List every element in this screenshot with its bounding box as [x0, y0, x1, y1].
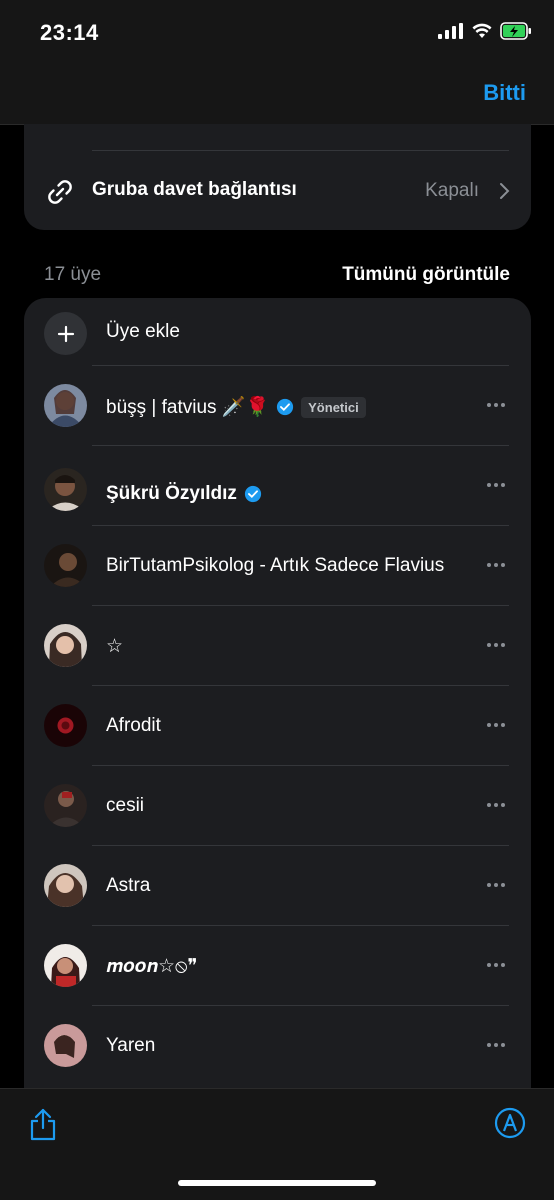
- plus-icon: [57, 325, 74, 342]
- member-name-group: büşş | fatvius 🗡️🌹 Yönetici: [106, 395, 366, 419]
- done-button[interactable]: Bitti: [483, 80, 526, 106]
- member-row[interactable]: BirTutamPsikolog - Artık Sadece Flavius: [24, 526, 531, 606]
- member-row[interactable]: Afrodit: [24, 686, 531, 766]
- member-name: büşş | fatvius 🗡️🌹: [106, 397, 270, 418]
- member-name: Afrodit: [106, 715, 161, 736]
- share-icon[interactable]: [28, 1107, 58, 1141]
- more-options-icon[interactable]: [487, 394, 509, 407]
- invite-link-status: Kapalı: [425, 180, 479, 201]
- more-options-icon[interactable]: [487, 874, 509, 887]
- avatar[interactable]: [44, 468, 87, 511]
- member-name: ☆: [106, 636, 124, 657]
- member-name-group: Şükrü Özyıldız: [106, 483, 262, 505]
- member-name: Yaren: [106, 1035, 156, 1056]
- member-name-group: cesii: [106, 795, 144, 817]
- admin-badge: Yönetici: [301, 396, 366, 418]
- more-options-icon[interactable]: [487, 954, 509, 967]
- member-row[interactable]: Astra: [24, 846, 531, 926]
- avatar[interactable]: [44, 704, 87, 747]
- wifi-icon: [472, 23, 492, 38]
- add-member-button[interactable]: [44, 312, 87, 355]
- more-options-icon[interactable]: [487, 554, 509, 567]
- divider: [92, 150, 509, 151]
- avatar[interactable]: [44, 544, 87, 587]
- compose-icon[interactable]: [494, 1107, 526, 1139]
- avatar[interactable]: [44, 784, 87, 827]
- member-name: 𝒎𝒐𝒐𝒏☆⦸❞: [106, 956, 198, 977]
- member-row[interactable]: Yaren: [24, 1006, 531, 1086]
- member-name-group: BirTutamPsikolog - Artık Sadece Flavius: [106, 555, 444, 577]
- battery-icon: [500, 22, 531, 40]
- more-options-icon[interactable]: [487, 634, 509, 647]
- view-all-button[interactable]: Tümünü görüntüle: [342, 264, 510, 286]
- member-name: Şükrü Özyıldız: [106, 483, 237, 504]
- member-row[interactable]: cesii: [24, 766, 531, 846]
- member-name-group: ☆: [106, 635, 123, 658]
- avatar[interactable]: [44, 384, 87, 427]
- member-name-group: Astra: [106, 875, 150, 897]
- chevron-right-icon: [500, 183, 510, 199]
- avatar[interactable]: [44, 1024, 87, 1067]
- status-bar: 23:14: [0, 0, 554, 66]
- member-name-group: Yaren: [106, 1035, 155, 1057]
- avatar[interactable]: [44, 624, 87, 667]
- member-row[interactable]: büşş | fatvius 🗡️🌹 Yönetici: [24, 366, 531, 446]
- home-indicator[interactable]: [178, 1180, 376, 1186]
- member-name-group: 𝒎𝒐𝒐𝒏☆⦸❞: [106, 955, 198, 978]
- avatar[interactable]: [44, 864, 87, 907]
- invite-card: Gruba davet bağlantısı Kapalı: [24, 124, 531, 230]
- add-member-label: Üye ekle: [106, 321, 180, 342]
- member-name: cesii: [106, 795, 145, 816]
- member-name: BirTutamPsikolog - Artık Sadece Flavius: [106, 555, 445, 576]
- members-card: Üye ekle büşş | fatvius 🗡️🌹 Yönetici Şük…: [24, 298, 531, 1128]
- member-row[interactable]: 𝒎𝒐𝒐𝒏☆⦸❞: [24, 926, 531, 1006]
- more-options-icon[interactable]: [487, 714, 509, 727]
- more-options-icon[interactable]: [487, 794, 509, 807]
- member-row[interactable]: ☆: [24, 606, 531, 686]
- verified-badge-icon: [277, 398, 294, 416]
- member-name-group: Afrodit: [106, 715, 161, 737]
- member-row[interactable]: Şükrü Özyıldız: [24, 446, 531, 526]
- member-name: Astra: [106, 875, 151, 896]
- more-options-icon[interactable]: [487, 474, 509, 487]
- link-icon: [48, 180, 72, 204]
- nav-bar: Bitti: [0, 66, 554, 125]
- member-count: 17 üye: [44, 264, 102, 285]
- signal-icon: [438, 23, 463, 39]
- verified-badge-icon: [244, 485, 262, 503]
- invite-link-label: Gruba davet bağlantısı: [92, 179, 297, 200]
- more-options-icon[interactable]: [487, 1034, 509, 1047]
- status-time: 23:14: [40, 20, 99, 45]
- add-member-row[interactable]: Üye ekle: [24, 298, 531, 366]
- status-icons: [438, 22, 532, 40]
- avatar[interactable]: [44, 944, 87, 987]
